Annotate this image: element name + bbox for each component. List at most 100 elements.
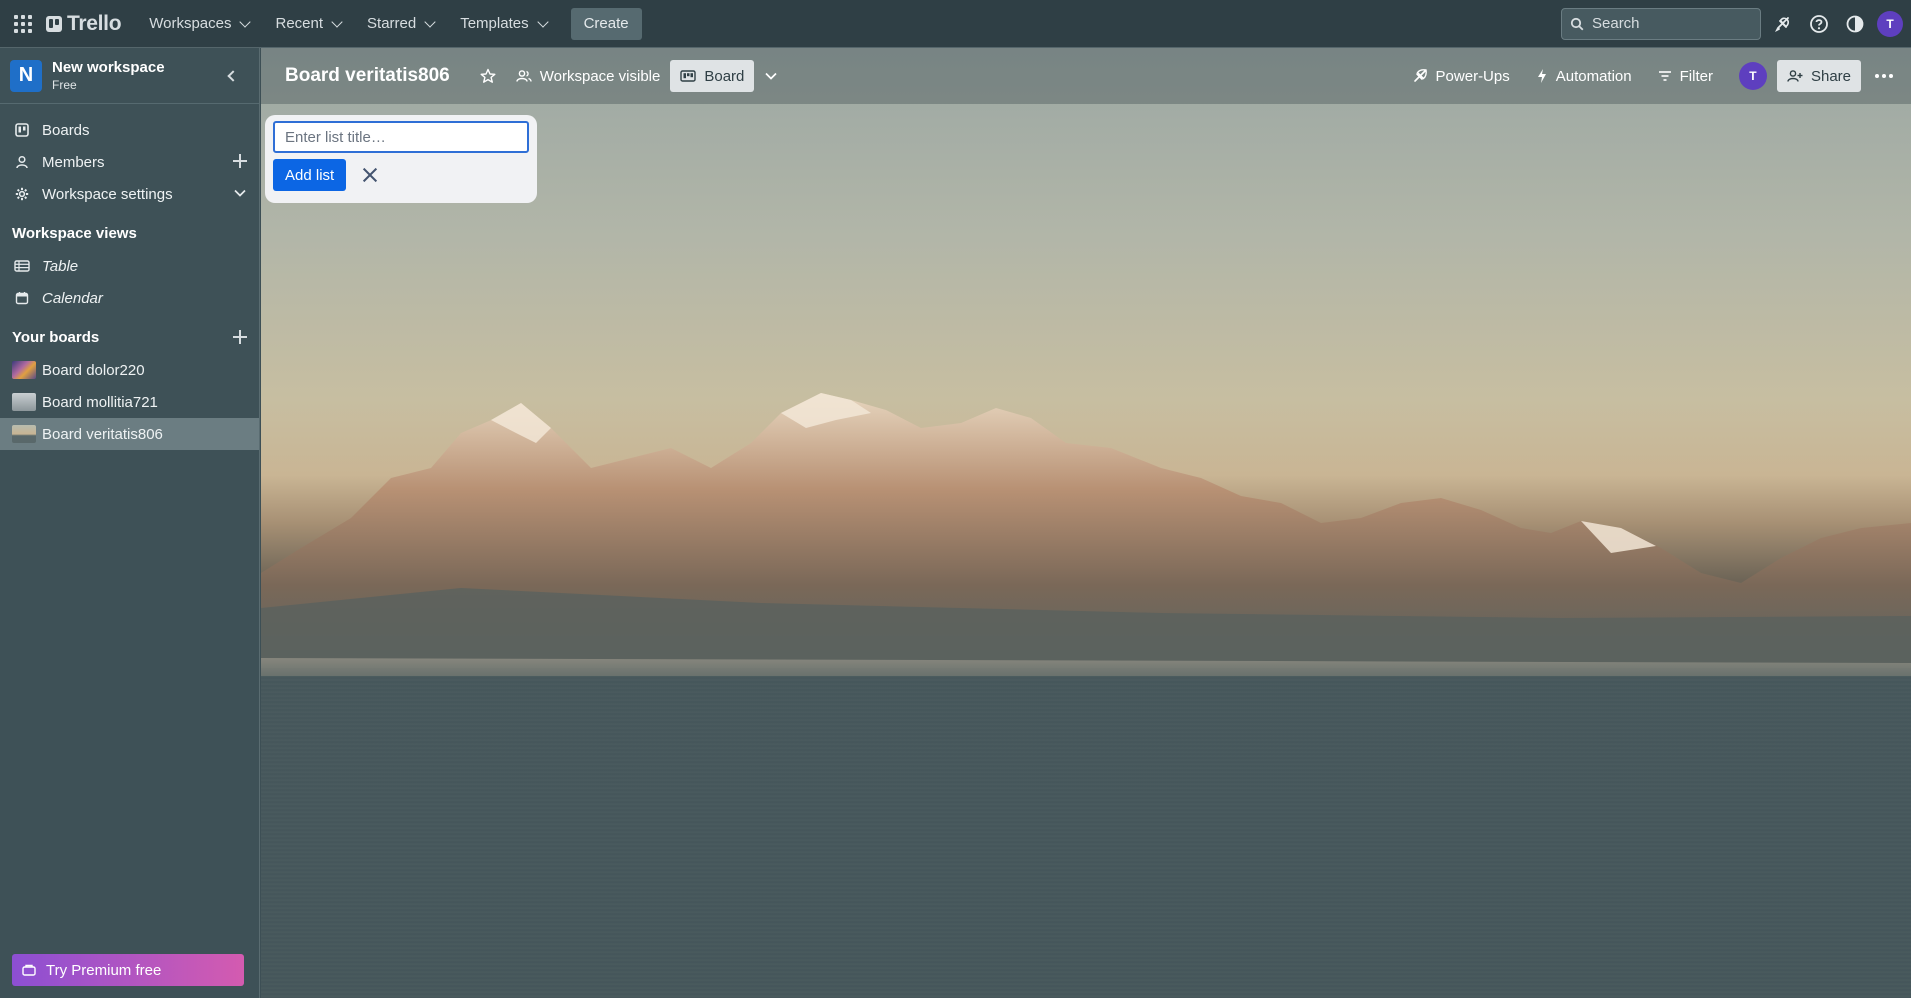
views-dropdown[interactable] (754, 60, 788, 92)
workspace-plan: Free (52, 78, 77, 92)
section-label: Workspace views (12, 224, 137, 242)
power-ups-button[interactable]: Power-Ups (1402, 60, 1520, 92)
sidebar-item-label: Boards (42, 121, 90, 139)
workspaces-label: Workspaces (149, 15, 232, 32)
filter-icon (1658, 71, 1671, 81)
notifications-icon[interactable] (1769, 10, 1797, 38)
trello-logo-icon (46, 15, 62, 32)
share-button[interactable]: Share (1776, 60, 1861, 92)
calendar-icon (12, 291, 32, 305)
add-member-icon[interactable] (233, 154, 247, 168)
visibility-label: Workspace visible (539, 67, 661, 85)
sidebar-item-boards[interactable]: Boards (0, 114, 259, 146)
sidebar-item-label: Workspace settings (42, 185, 173, 203)
recent-menu[interactable]: Recent (265, 8, 351, 40)
filter-label: Filter (1679, 67, 1713, 85)
board-thumbnail (12, 425, 36, 443)
sidebar-item-members[interactable]: Members (0, 146, 259, 178)
try-premium-button[interactable]: Try Premium free (12, 954, 244, 986)
chevron-down-icon (424, 15, 436, 28)
trello-logo[interactable]: Trello (46, 11, 122, 36)
sidebar-item-label: Board dolor220 (42, 361, 145, 379)
workspace-info: New workspace Free (52, 59, 165, 92)
automation-button[interactable]: Automation (1526, 60, 1642, 92)
sidebar-item-workspace-settings[interactable]: Workspace settings (0, 178, 259, 210)
board-thumbnail (12, 361, 36, 379)
board-canvas: Board veritatis806 Workspace visible Boa… (261, 48, 1911, 998)
automation-label: Automation (1555, 67, 1632, 85)
filter-button[interactable]: Filter (1648, 60, 1723, 92)
list-title-input[interactable] (273, 121, 529, 153)
add-list-button[interactable]: Add list (273, 159, 347, 191)
star-icon (480, 68, 496, 83)
workspace-name[interactable]: New workspace (52, 59, 165, 76)
search-placeholder: Search (1592, 15, 1640, 32)
sidebar-item-label: Table (42, 257, 79, 275)
search-icon (1570, 17, 1584, 30)
sidebar-item-label: Board mollitia721 (42, 393, 158, 411)
lightning-icon (1537, 69, 1546, 83)
power-ups-label: Power-Ups (1435, 67, 1510, 85)
board-icon (12, 123, 32, 137)
create-button[interactable]: Create (570, 7, 642, 40)
add-list-actions: Add list (273, 159, 529, 191)
app-switcher-icon[interactable] (12, 13, 34, 35)
workspace-sidebar: N New workspace Free Boards Members Work… (0, 48, 260, 998)
add-list-composer: Add list (265, 115, 537, 203)
table-icon (12, 260, 32, 272)
user-avatar[interactable]: T (1877, 10, 1903, 37)
add-board-icon[interactable] (233, 330, 247, 344)
close-icon[interactable] (358, 163, 382, 187)
starred-label: Starred (367, 15, 417, 32)
board-view-icon (680, 70, 697, 82)
premium-icon (22, 964, 36, 976)
sidebar-item-label: Board veritatis806 (42, 425, 163, 443)
chevron-down-icon[interactable] (233, 186, 247, 204)
people-icon (516, 70, 532, 82)
chevron-down-icon (765, 72, 777, 80)
workspace-views-heading: Workspace views (0, 216, 259, 250)
collapse-sidebar-icon[interactable] (227, 69, 239, 82)
chevron-down-icon (536, 15, 549, 28)
rocket-icon (1413, 69, 1427, 82)
help-icon[interactable] (1805, 10, 1833, 38)
board-header-actions: Power-Ups Automation Filter T Share (1402, 60, 1901, 92)
top-right-controls: Search T (1561, 7, 1903, 40)
lake-water (261, 676, 1911, 998)
nav-menus: Workspaces Recent Starred Templates Crea… (139, 7, 642, 40)
recent-label: Recent (275, 15, 324, 32)
visibility-button[interactable]: Workspace visible (506, 60, 671, 92)
board-view-button[interactable]: Board (670, 60, 755, 92)
templates-label: Templates (460, 15, 529, 32)
workspaces-menu[interactable]: Workspaces (139, 8, 259, 40)
search-input[interactable]: Search (1561, 7, 1761, 40)
board-title[interactable]: Board veritatis806 (285, 65, 450, 87)
sidebar-item-table[interactable]: Table (0, 250, 259, 282)
sidebar-board-veritatis806[interactable]: Board veritatis806 (0, 418, 259, 450)
sidebar-board-mollitia721[interactable]: Board mollitia721 (0, 386, 259, 418)
sidebar-board-dolor220[interactable]: Board dolor220 (0, 354, 259, 386)
chevron-down-icon (239, 15, 252, 28)
board-member-avatar[interactable]: T (1738, 62, 1767, 90)
starred-menu[interactable]: Starred (357, 8, 444, 40)
sidebar-item-label: Members (42, 153, 105, 171)
section-label: Your boards (12, 328, 100, 346)
workspace-header: N New workspace Free (0, 48, 259, 104)
more-options-icon[interactable] (1867, 74, 1901, 78)
star-board-button[interactable] (470, 60, 506, 92)
templates-menu[interactable]: Templates (450, 8, 556, 40)
sidebar-item-calendar[interactable]: Calendar (0, 282, 259, 314)
workspace-logo: N (10, 59, 42, 92)
sidebar-item-label: Calendar (42, 289, 103, 307)
share-label: Share (1810, 67, 1851, 85)
add-person-icon (1787, 70, 1803, 82)
gear-icon (12, 187, 32, 201)
theme-toggle-icon[interactable] (1841, 10, 1869, 38)
premium-label: Try Premium free (46, 961, 162, 979)
chevron-down-icon (331, 15, 343, 28)
board-thumbnail (12, 393, 36, 411)
your-boards-heading: Your boards (0, 320, 259, 354)
person-icon (12, 155, 32, 169)
brand-name: Trello (67, 11, 122, 35)
board-view-label: Board (704, 67, 745, 85)
